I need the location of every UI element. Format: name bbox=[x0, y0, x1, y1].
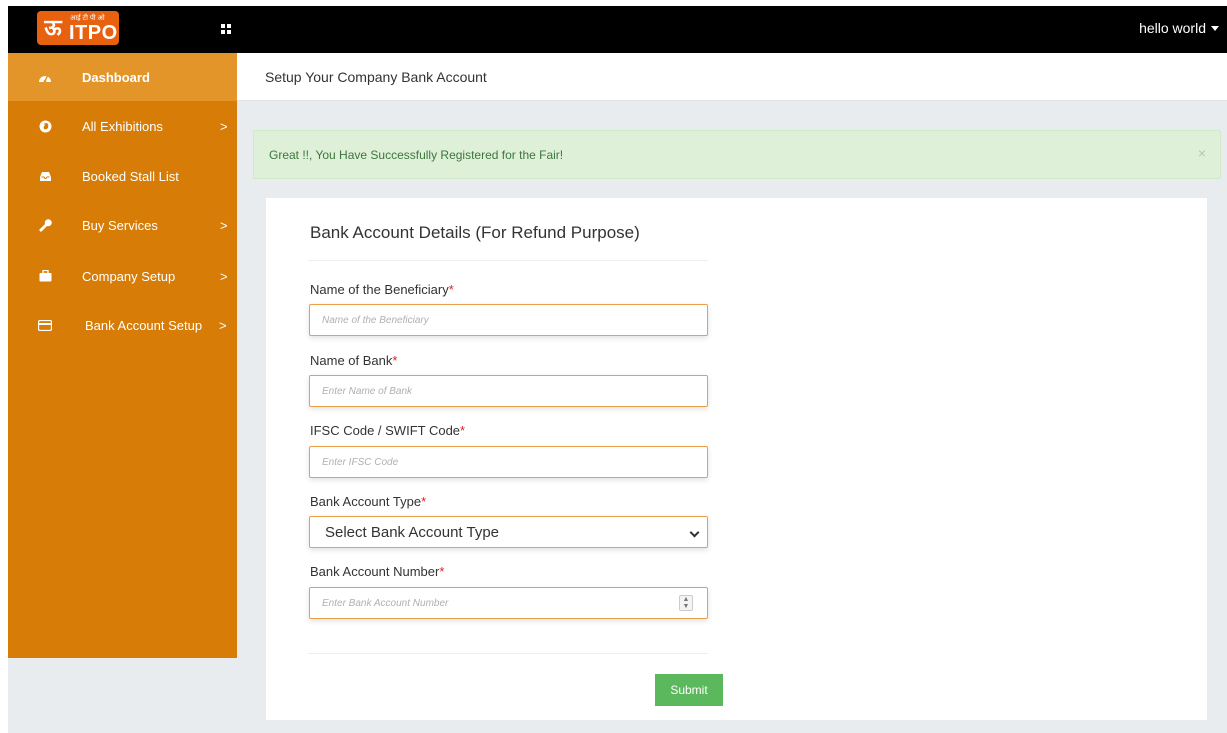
sidebar-item-label: Buy Services bbox=[82, 217, 158, 233]
sidebar-bottom-background bbox=[8, 658, 237, 733]
globe-icon bbox=[38, 119, 52, 133]
bank-name-input[interactable] bbox=[310, 376, 707, 406]
sidebar-item-dashboard[interactable]: Dashboard bbox=[8, 53, 237, 101]
beneficiary-field[interactable] bbox=[309, 304, 708, 336]
success-alert: Great !!, You Have Successfully Register… bbox=[253, 130, 1221, 179]
dashboard-icon bbox=[38, 70, 52, 84]
bank-name-label: Name of Bank* bbox=[310, 353, 398, 368]
sidebar-item-label: All Exhibitions bbox=[82, 118, 163, 134]
divider bbox=[308, 260, 708, 261]
inbox-icon bbox=[38, 169, 52, 183]
required-mark: * bbox=[392, 353, 398, 368]
required-mark: * bbox=[448, 282, 454, 297]
logo-brand-text: ITPO bbox=[69, 22, 118, 44]
account-type-label: Bank Account Type* bbox=[310, 494, 427, 509]
sidebar-toggle-grid-icon[interactable] bbox=[221, 24, 231, 34]
chevron-right-icon: > bbox=[220, 217, 228, 233]
user-menu[interactable]: hello world bbox=[1139, 20, 1219, 36]
account-number-label: Bank Account Number* bbox=[310, 564, 445, 579]
top-navbar: ऊ आई टी पी ओ ITPO hello world bbox=[8, 6, 1227, 53]
required-mark: * bbox=[421, 494, 427, 509]
form-title: Bank Account Details (For Refund Purpose… bbox=[310, 223, 640, 242]
required-mark: * bbox=[439, 564, 445, 579]
chevron-right-icon: > bbox=[220, 268, 228, 284]
chevron-right-icon: > bbox=[220, 118, 228, 134]
submit-button[interactable]: Submit bbox=[655, 674, 723, 706]
chevron-down-icon bbox=[689, 527, 700, 538]
page-header: Setup Your Company Bank Account bbox=[237, 53, 1227, 101]
ifsc-label: IFSC Code / SWIFT Code* bbox=[310, 423, 466, 438]
page-title: Setup Your Company Bank Account bbox=[265, 69, 487, 85]
ifsc-field[interactable] bbox=[309, 446, 708, 478]
sidebar-item-booked-stall-list[interactable]: Booked Stall List bbox=[8, 152, 237, 200]
account-type-select[interactable]: Select Bank Account Type bbox=[309, 516, 708, 548]
caret-down-icon bbox=[1211, 25, 1219, 31]
itpo-logo[interactable]: ऊ आई टी पी ओ ITPO bbox=[37, 11, 119, 45]
close-icon[interactable]: × bbox=[1198, 145, 1206, 161]
wrench-icon bbox=[38, 218, 52, 232]
itpo-emblem-icon: ऊ bbox=[44, 15, 62, 40]
sidebar: Dashboard All Exhibitions > Booked Stall… bbox=[8, 53, 237, 658]
number-spinner-icon[interactable]: ▲ ▼ bbox=[679, 595, 693, 611]
sidebar-item-label: Dashboard bbox=[82, 69, 150, 85]
divider bbox=[308, 653, 708, 654]
bank-details-card: Bank Account Details (For Refund Purpose… bbox=[266, 198, 1207, 720]
alert-message: Great !!, You Have Successfully Register… bbox=[269, 148, 564, 162]
account-number-input[interactable] bbox=[310, 588, 707, 618]
briefcase-icon bbox=[38, 269, 52, 283]
sidebar-item-label: Company Setup bbox=[82, 268, 176, 284]
sidebar-item-buy-services[interactable]: Buy Services > bbox=[8, 201, 237, 249]
beneficiary-input[interactable] bbox=[310, 305, 707, 335]
account-type-selected: Select Bank Account Type bbox=[325, 524, 500, 541]
bank-name-field[interactable] bbox=[309, 375, 708, 407]
sidebar-item-all-exhibitions[interactable]: All Exhibitions > bbox=[8, 102, 237, 150]
sidebar-item-label: Bank Account Setup bbox=[85, 317, 203, 333]
sidebar-item-bank-account-setup[interactable]: Bank Account Setup > bbox=[8, 301, 237, 349]
ifsc-input[interactable] bbox=[310, 447, 707, 477]
user-name: hello world bbox=[1139, 20, 1206, 36]
chevron-right-icon: > bbox=[219, 317, 227, 333]
sidebar-item-company-setup[interactable]: Company Setup > bbox=[8, 252, 237, 300]
beneficiary-label: Name of the Beneficiary* bbox=[310, 282, 454, 297]
sidebar-item-label: Booked Stall List bbox=[82, 168, 179, 184]
account-number-field[interactable]: ▲▼ bbox=[309, 587, 708, 619]
credit-card-icon bbox=[38, 318, 52, 332]
required-mark: * bbox=[460, 423, 466, 438]
